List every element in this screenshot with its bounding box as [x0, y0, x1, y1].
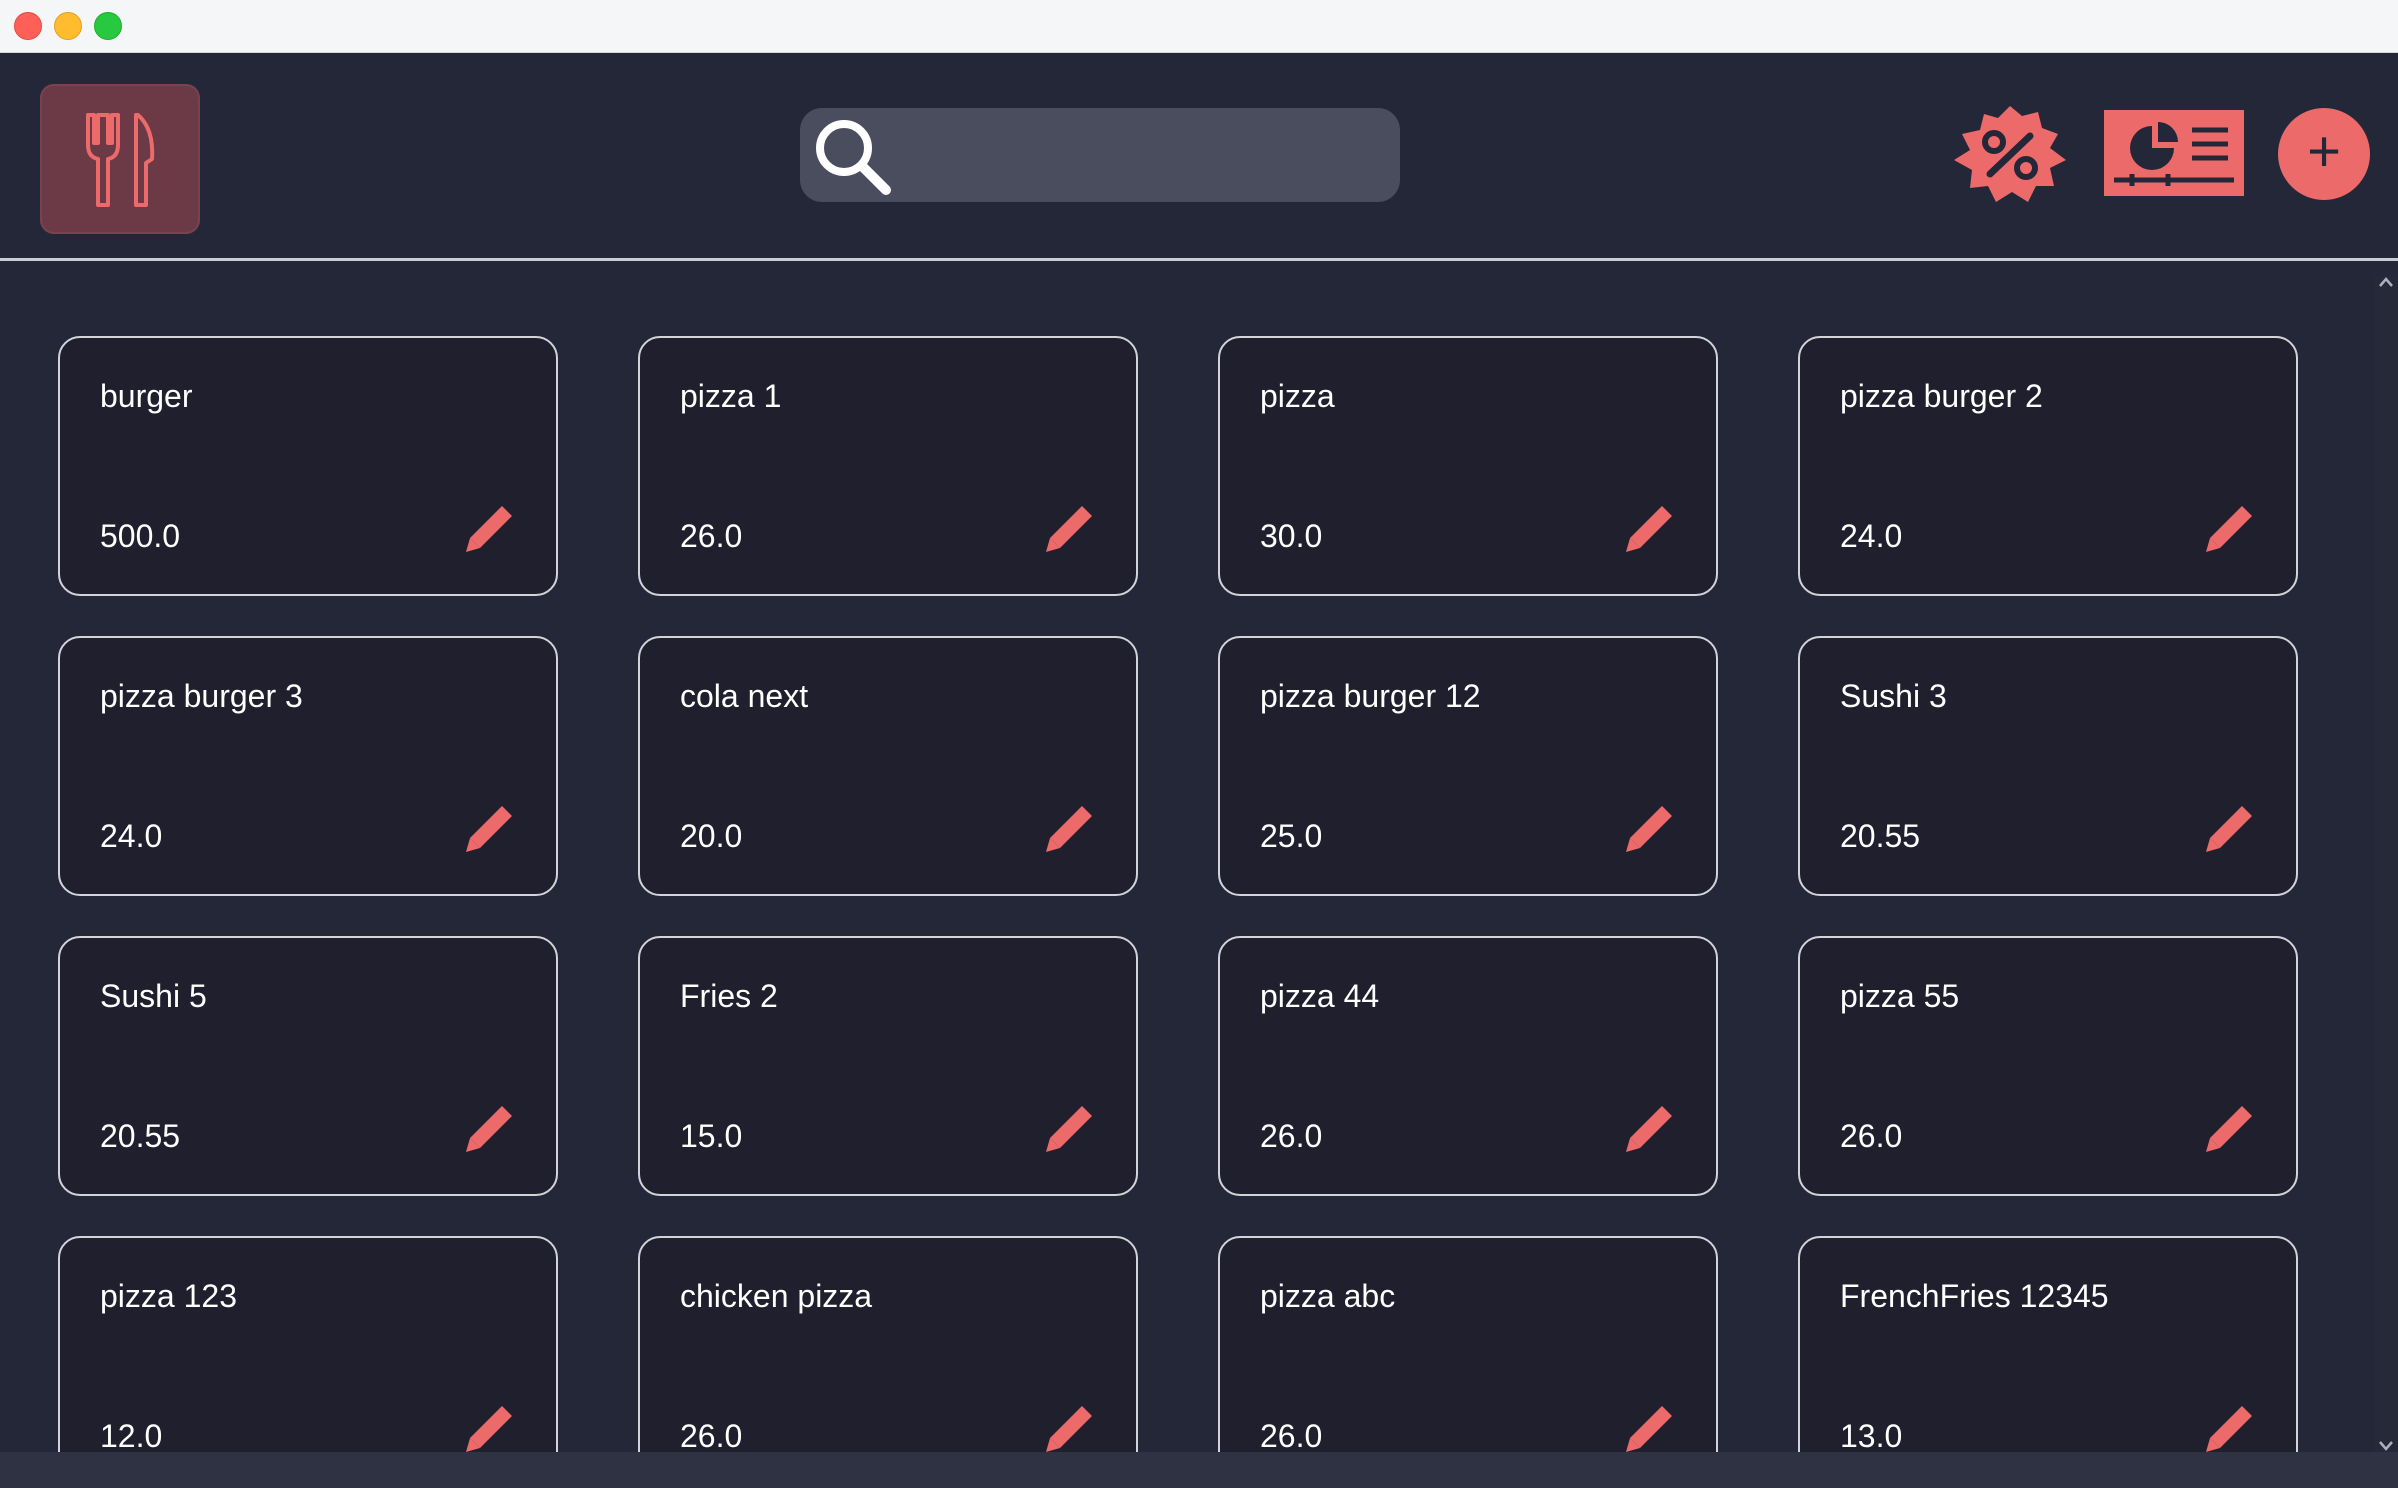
- product-price: 26.0: [680, 1418, 743, 1452]
- product-name: pizza 1: [680, 378, 782, 414]
- product-price: 20.0: [680, 818, 743, 854]
- edit-pencil-icon[interactable]: [1042, 802, 1096, 856]
- edit-pencil-icon[interactable]: [1042, 502, 1096, 556]
- product-price: 30.0: [1260, 518, 1323, 554]
- window-close-button[interactable]: [14, 12, 42, 40]
- product-price: 26.0: [1260, 1418, 1323, 1452]
- product-price: 12.0: [100, 1418, 163, 1452]
- chevron-up-icon[interactable]: [2378, 276, 2394, 288]
- product-card[interactable]: pizza burger 3 24.0: [58, 636, 558, 896]
- vertical-scrollbar[interactable]: [2374, 276, 2398, 1452]
- product-card[interactable]: pizza 55 26.0: [1798, 936, 2298, 1196]
- product-price: 15.0: [680, 1118, 743, 1154]
- product-card[interactable]: pizza 30.0: [1218, 336, 1718, 596]
- product-card[interactable]: Sushi 5 20.55: [58, 936, 558, 1196]
- discount-badge-icon: [1954, 106, 2066, 202]
- product-card[interactable]: Fries 2 15.0: [638, 936, 1138, 1196]
- product-list[interactable]: burger 500.0 pizza 1 26.0 pizza 30.0 piz…: [0, 276, 2370, 1452]
- product-name: pizza abc: [1260, 1278, 1396, 1314]
- product-name: pizza 44: [1260, 978, 1380, 1014]
- product-price: 20.55: [100, 1118, 181, 1154]
- product-card[interactable]: chicken pizza 26.0: [638, 1236, 1138, 1452]
- product-card[interactable]: pizza burger 2 24.0: [1798, 336, 2298, 596]
- edit-pencil-icon[interactable]: [462, 502, 516, 556]
- search-field[interactable]: [800, 108, 1400, 204]
- product-price: 20.55: [1840, 818, 1921, 854]
- product-name: Sushi 5: [100, 978, 207, 1014]
- product-card[interactable]: FrenchFries 12345 13.0: [1798, 1236, 2298, 1452]
- edit-pencil-icon[interactable]: [2202, 1102, 2256, 1156]
- edit-pencil-icon[interactable]: [2202, 502, 2256, 556]
- product-price: 500.0: [100, 518, 181, 554]
- edit-pencil-icon[interactable]: [1042, 1102, 1096, 1156]
- edit-pencil-icon[interactable]: [462, 802, 516, 856]
- product-name: chicken pizza: [680, 1278, 873, 1314]
- product-card[interactable]: Sushi 3 20.55: [1798, 636, 2298, 896]
- product-card[interactable]: pizza 123 12.0: [58, 1236, 558, 1452]
- edit-pencil-icon[interactable]: [2202, 1402, 2256, 1452]
- chevron-down-icon[interactable]: [2378, 1440, 2394, 1452]
- product-card[interactable]: cola next 20.0: [638, 636, 1138, 896]
- report-button[interactable]: [2104, 110, 2244, 196]
- edit-pencil-icon[interactable]: [1622, 502, 1676, 556]
- product-price: 13.0: [1840, 1418, 1903, 1452]
- product-name: pizza burger 3: [100, 678, 303, 714]
- edit-pencil-icon[interactable]: [1622, 1102, 1676, 1156]
- window-maximize-button[interactable]: [94, 12, 122, 40]
- product-price: 26.0: [680, 518, 743, 554]
- product-name: Fries 2: [680, 978, 778, 1014]
- product-name: pizza 55: [1840, 978, 1960, 1014]
- product-grid: burger 500.0 pizza 1 26.0 pizza 30.0 piz…: [58, 336, 2298, 1452]
- bottom-bar: [0, 1452, 2398, 1488]
- edit-pencil-icon[interactable]: [1042, 1402, 1096, 1452]
- product-price: 24.0: [100, 818, 163, 854]
- window-minimize-button[interactable]: [54, 12, 82, 40]
- edit-pencil-icon[interactable]: [1622, 1402, 1676, 1452]
- product-price: 26.0: [1260, 1118, 1323, 1154]
- product-name: pizza burger 2: [1840, 378, 2043, 414]
- search-input[interactable]: [910, 108, 1384, 204]
- search-icon[interactable]: [804, 108, 900, 204]
- window-titlebar: [0, 0, 2398, 53]
- product-price: 25.0: [1260, 818, 1323, 854]
- header-divider: [0, 258, 2398, 261]
- product-card[interactable]: pizza 1 26.0: [638, 336, 1138, 596]
- discount-button[interactable]: [1946, 104, 2074, 204]
- product-name: pizza burger 12: [1260, 678, 1481, 714]
- product-card[interactable]: pizza abc 26.0: [1218, 1236, 1718, 1452]
- product-price: 26.0: [1840, 1118, 1903, 1154]
- product-name: pizza: [1260, 378, 1335, 414]
- edit-pencil-icon[interactable]: [2202, 802, 2256, 856]
- product-name: cola next: [680, 678, 809, 714]
- edit-pencil-icon[interactable]: [462, 1402, 516, 1452]
- add-product-button[interactable]: +: [2278, 108, 2370, 200]
- product-card[interactable]: burger 500.0: [58, 336, 558, 596]
- product-card[interactable]: pizza burger 12 25.0: [1218, 636, 1718, 896]
- edit-pencil-icon[interactable]: [1622, 802, 1676, 856]
- product-price: 24.0: [1840, 518, 1903, 554]
- edit-pencil-icon[interactable]: [462, 1102, 516, 1156]
- report-chart-icon: [2104, 110, 2244, 196]
- app-logo: [40, 84, 200, 234]
- product-name: pizza 123: [100, 1278, 237, 1314]
- fork-knife-icon: [86, 113, 155, 207]
- product-name: FrenchFries 12345: [1840, 1278, 2109, 1314]
- product-card[interactable]: pizza 44 26.0: [1218, 936, 1718, 1196]
- plus-icon: +: [2307, 119, 2341, 184]
- product-name: Sushi 3: [1840, 678, 1947, 714]
- product-name: burger: [100, 378, 193, 414]
